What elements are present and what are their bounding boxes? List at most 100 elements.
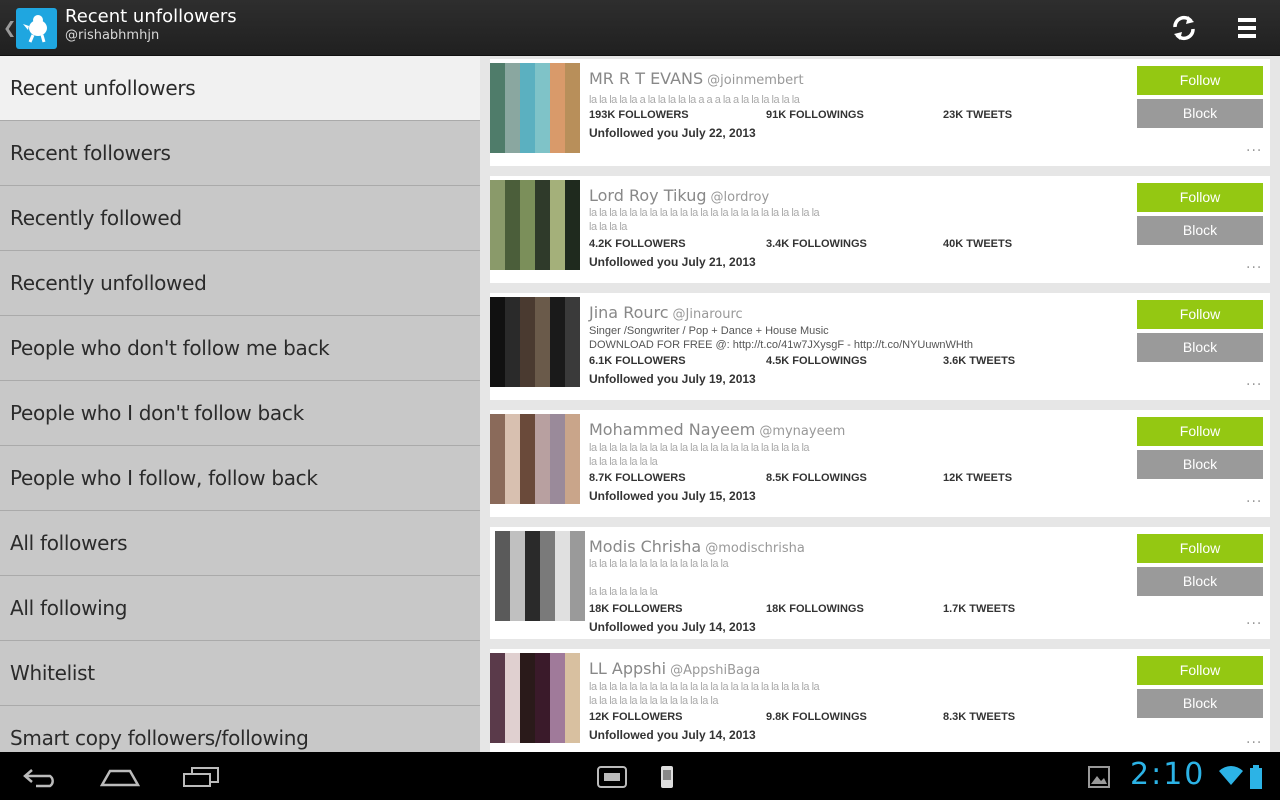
unfollowed-date: Unfollowed you July 22, 2013 [589, 126, 756, 140]
user-name: LL Appshi [589, 659, 667, 678]
gallery-notification-icon[interactable] [1088, 766, 1110, 792]
notification-app-icon[interactable] [658, 764, 676, 794]
block-button[interactable]: Block [1137, 450, 1263, 479]
app-logo-icon[interactable] [16, 8, 57, 49]
follow-button[interactable]: Follow [1137, 534, 1263, 563]
unfollowed-date: Unfollowed you July 15, 2013 [589, 489, 756, 503]
more-options-icon[interactable]: ... [1246, 612, 1262, 628]
followings-count: 18K FOLLOWINGS [766, 603, 864, 615]
user-bio: la la la la la la la la la la la la la l… [589, 681, 820, 707]
user-bio: la la la la la la la la la la la la la l… [589, 207, 820, 233]
user-card[interactable]: Modis Chrisha @modischrisha la la la la l… [490, 527, 1270, 639]
sidebar-item-i-dont-follow-back[interactable]: People who I don't follow back [0, 381, 480, 446]
page-title: Recent unfollowers [65, 6, 237, 27]
unfollowed-date: Unfollowed you July 19, 2013 [589, 372, 756, 386]
user-handle: @modischrisha [705, 541, 805, 556]
user-handle: @joinmembert [707, 73, 804, 88]
sidebar-item-not-following-back[interactable]: People who don't follow me back [0, 316, 480, 381]
action-bar: ❮ Recent unfollowers @rishabhmhjn [0, 0, 1280, 56]
tweets-count: 12K TWEETS [943, 472, 1013, 484]
followings-count: 4.5K FOLLOWINGS [766, 355, 867, 367]
tweets-count: 3.6K TWEETS [943, 355, 1016, 367]
user-bio: la la la la la a la la la la la a a a la… [589, 94, 800, 106]
more-options-icon[interactable]: ... [1246, 139, 1262, 155]
sidebar-item-recent-unfollowers[interactable]: Recent unfollowers [0, 56, 480, 121]
screenshot-icon[interactable] [596, 765, 628, 793]
wifi-icon [1218, 765, 1244, 791]
more-options-icon[interactable]: ... [1246, 373, 1262, 389]
tweets-count: 8.3K TWEETS [943, 711, 1016, 723]
avatar[interactable] [490, 653, 580, 743]
sidebar-item-mutual[interactable]: People who I follow, follow back [0, 446, 480, 511]
back-icon[interactable] [22, 766, 60, 792]
followings-count: 8.5K FOLLOWINGS [766, 472, 867, 484]
user-card[interactable]: Mohammed Nayeem @mynayeem la la la la la … [490, 410, 1270, 517]
sidebar-item-whitelist[interactable]: Whitelist [0, 641, 480, 706]
follow-button[interactable]: Follow [1137, 300, 1263, 329]
user-bio: la la la la la la la la la la la la la l… [589, 442, 810, 468]
user-name: Modis Chrisha [589, 537, 702, 556]
followers-count: 6.1K FOLLOWERS [589, 355, 686, 367]
account-username: @rishabhmhjn [65, 28, 160, 43]
sidebar: Recent unfollowers Recent followers Rece… [0, 56, 480, 752]
followers-count: 4.2K FOLLOWERS [589, 238, 686, 250]
back-caret-icon[interactable]: ❮ [3, 18, 16, 37]
user-handle: @AppshiBaga [670, 663, 761, 678]
sidebar-item-all-followers[interactable]: All followers [0, 511, 480, 576]
followers-count: 18K FOLLOWERS [589, 603, 683, 615]
user-list: MR R T EVANS @joinmembert la la la la la … [480, 56, 1280, 752]
system-nav-bar [0, 752, 1280, 800]
block-button[interactable]: Block [1137, 567, 1263, 596]
follow-button[interactable]: Follow [1137, 656, 1263, 685]
user-name: Jina Rourc [589, 303, 669, 322]
user-name: MR R T EVANS [589, 69, 704, 88]
follow-button[interactable]: Follow [1137, 66, 1263, 95]
recent-apps-icon[interactable] [182, 766, 220, 792]
avatar[interactable] [490, 414, 580, 504]
user-handle: @lordroy [710, 190, 770, 205]
unfollowed-date: Unfollowed you July 14, 2013 [589, 620, 756, 634]
user-card[interactable]: LL Appshi @AppshiBaga la la la la la la l… [490, 649, 1270, 752]
follow-button[interactable]: Follow [1137, 183, 1263, 212]
user-bio: la la la la la la la la la la la la la l… [589, 558, 729, 598]
more-options-icon[interactable]: ... [1246, 490, 1262, 506]
tweets-count: 1.7K TWEETS [943, 603, 1016, 615]
tweets-count: 23K TWEETS [943, 109, 1013, 121]
unfollowed-date: Unfollowed you July 14, 2013 [589, 728, 756, 742]
user-card[interactable]: MR R T EVANS @joinmembert la la la la la … [490, 59, 1270, 166]
avatar[interactable] [495, 531, 585, 621]
battery-icon [1249, 764, 1263, 794]
sidebar-item-recently-unfollowed[interactable]: Recently unfollowed [0, 251, 480, 316]
more-options-icon[interactable]: ... [1246, 731, 1262, 747]
follow-button[interactable]: Follow [1137, 417, 1263, 446]
home-icon[interactable] [99, 766, 141, 792]
more-options-icon[interactable]: ... [1246, 256, 1262, 272]
clock: 2:10 [1130, 757, 1206, 792]
user-name: Lord Roy Tikug [589, 186, 707, 205]
avatar[interactable] [490, 180, 580, 270]
sidebar-item-all-following[interactable]: All following [0, 576, 480, 641]
user-card[interactable]: Jina Rourc @Jinarourc Singer /Songwriter … [490, 293, 1270, 400]
user-name: Mohammed Nayeem [589, 420, 756, 439]
followings-count: 3.4K FOLLOWINGS [766, 238, 867, 250]
user-handle: @mynayeem [759, 424, 846, 439]
block-button[interactable]: Block [1137, 333, 1263, 362]
tweets-count: 40K TWEETS [943, 238, 1013, 250]
avatar[interactable] [490, 297, 580, 387]
followers-count: 8.7K FOLLOWERS [589, 472, 686, 484]
block-button[interactable]: Block [1137, 216, 1263, 245]
refresh-icon[interactable] [1168, 12, 1200, 44]
followings-count: 9.8K FOLLOWINGS [766, 711, 867, 723]
sidebar-item-recent-followers[interactable]: Recent followers [0, 121, 480, 186]
block-button[interactable]: Block [1137, 689, 1263, 718]
sidebar-item-smart-copy[interactable]: Smart copy followers/following [0, 706, 480, 752]
followers-count: 193K FOLLOWERS [589, 109, 689, 121]
user-bio: Singer /Songwriter / Pop + Dance + House… [589, 325, 974, 351]
unfollowed-date: Unfollowed you July 21, 2013 [589, 255, 756, 269]
menu-icon[interactable] [1234, 15, 1262, 41]
user-card[interactable]: Lord Roy Tikug @lordroy la la la la la la… [490, 176, 1270, 283]
followings-count: 91K FOLLOWINGS [766, 109, 864, 121]
block-button[interactable]: Block [1137, 99, 1263, 128]
sidebar-item-recently-followed[interactable]: Recently followed [0, 186, 480, 251]
avatar[interactable] [490, 63, 580, 153]
